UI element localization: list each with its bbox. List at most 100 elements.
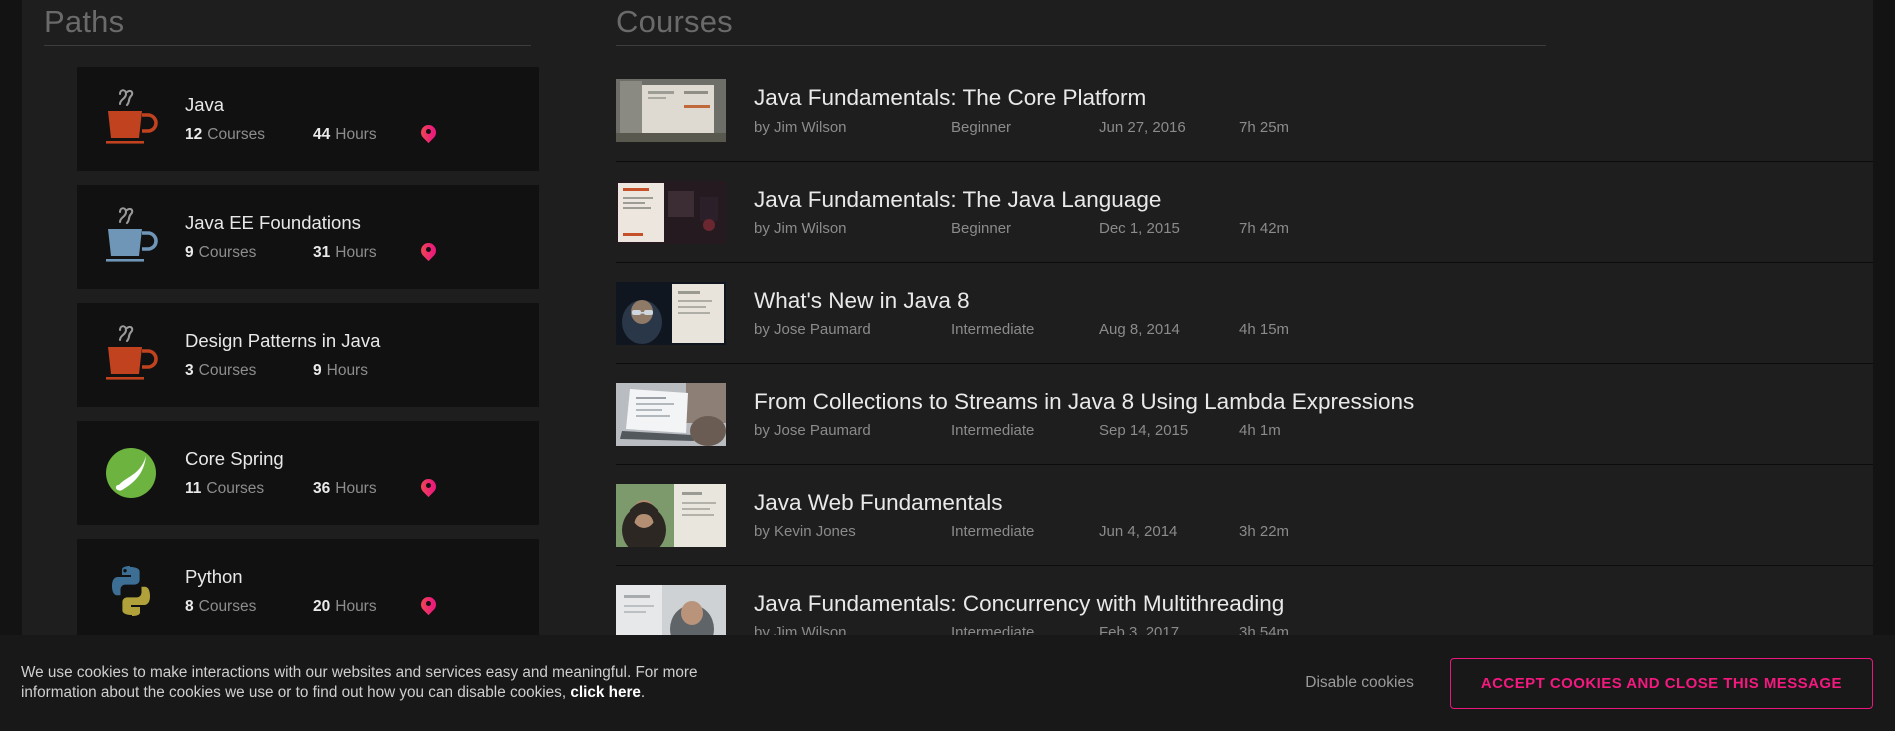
disable-cookies-link[interactable]: Disable cookies [1305, 674, 1414, 692]
path-body: Python8Courses20Hours [185, 566, 539, 616]
course-row[interactable]: Java Fundamentals: The Core Platform by J… [616, 60, 1873, 161]
path-hours-number: 20 [313, 598, 330, 616]
course-level: Intermediate [951, 422, 1099, 439]
course-body: Java Fundamentals: Concurrency with Mult… [754, 591, 1873, 642]
course-date: Dec 1, 2015 [1099, 220, 1239, 237]
path-hours-number: 44 [313, 126, 330, 144]
two-column-layout: Paths Java12Courses44HoursJava EE Founda… [22, 0, 1873, 666]
course-level: Beginner [951, 119, 1099, 136]
course-row[interactable]: Java Web Fundamentals by Kevin JonesInter… [616, 464, 1873, 565]
cookie-click-here-link[interactable]: click here [570, 684, 641, 701]
course-body: Java Fundamentals: The Java Languageby J… [754, 187, 1873, 238]
path-meta: 8Courses20 Hours [185, 597, 525, 616]
path-course-count: 11 Courses [185, 480, 313, 498]
course-date: Jun 4, 2014 [1099, 523, 1239, 540]
course-title[interactable]: What's New in Java 8 [754, 288, 1873, 314]
path-icon [77, 440, 185, 506]
path-card[interactable]: Java 12Courses44 Hours [77, 67, 539, 171]
path-hours-unit: Hours [335, 598, 376, 616]
courses-heading: Courses [616, 0, 1873, 40]
course-level: Intermediate [951, 523, 1099, 540]
path-course-count: 9Courses [185, 244, 313, 262]
course-title[interactable]: Java Fundamentals: The Core Platform [754, 85, 1873, 111]
path-meta: 9Courses31 Hours [185, 243, 525, 262]
path-course-count: 3 Courses [185, 362, 313, 380]
course-date: Aug 8, 2014 [1099, 321, 1239, 338]
path-hours-unit: Hours [327, 362, 368, 380]
course-row[interactable]: Java Fundamentals: The Java Languageby J… [616, 161, 1873, 262]
python-logo-icon [100, 558, 162, 624]
bookmark-pin-icon[interactable] [421, 243, 436, 262]
path-title: Java [185, 94, 525, 116]
course-duration: 7h 42m [1239, 220, 1339, 237]
course-thumbnail [616, 282, 726, 345]
course-title[interactable]: From Collections to Streams in Java 8 Us… [754, 389, 1873, 415]
course-row[interactable]: From Collections to Streams in Java 8 Us… [616, 363, 1873, 464]
course-body: Java Web Fundamentals by Kevin JonesInter… [754, 490, 1873, 541]
path-course-count: 12Courses [185, 126, 313, 144]
path-course-unit: Courses [206, 480, 264, 498]
path-course-number: 11 [185, 480, 201, 498]
path-card[interactable]: Design Patterns in Java3Courses9Hours [77, 303, 539, 407]
course-date: Jun 27, 2016 [1099, 119, 1239, 136]
course-date: Sep 14, 2015 [1099, 422, 1239, 439]
course-author: by Jose Paumard [754, 422, 951, 439]
course-meta: by Jose PaumardIntermediateSep 14, 20154… [754, 422, 1873, 439]
course-title[interactable]: Java Fundamentals: Concurrency with Mult… [754, 591, 1873, 617]
cookie-consent-banner: We use cookies to make interactions with… [0, 635, 1895, 731]
path-meta: 3 Courses 9 Hours [185, 362, 525, 380]
cookie-message: We use cookies to make interactions with… [21, 663, 861, 704]
path-course-unit: Courses [199, 362, 257, 380]
path-course-number: 8 [185, 598, 194, 616]
paths-heading: Paths [44, 0, 574, 40]
course-thumbnail [616, 383, 726, 446]
course-duration: 3h 22m [1239, 523, 1339, 540]
path-card[interactable]: Python8Courses20Hours [77, 539, 539, 643]
courses-column: Courses Java Fundamentals: The Core Plat… [574, 0, 1873, 666]
path-card[interactable]: Java EE Foundations9Courses31Hours [77, 185, 539, 289]
coffee-cup-icon [100, 86, 162, 152]
course-author: by Jim Wilson [754, 119, 951, 136]
path-body: Java EE Foundations9Courses31Hours [185, 212, 539, 262]
path-icon [77, 204, 185, 270]
path-hours-unit: Hours [335, 126, 376, 144]
course-meta: by Jim WilsonBeginnerJun 27, 20167h 25m [754, 119, 1873, 136]
path-body: Core Spring11Courses36Hours [185, 448, 539, 498]
course-thumbnail [616, 484, 726, 547]
page-content: Paths Java12Courses44HoursJava EE Founda… [22, 0, 1873, 731]
accept-cookies-button[interactable]: ACCEPT COOKIES AND CLOSE THIS MESSAGE [1450, 658, 1873, 709]
path-course-count: 8Courses [185, 598, 313, 616]
course-row[interactable]: What's New in Java 8by Jose PaumardInter… [616, 262, 1873, 363]
path-meta: 12Courses44 Hours [185, 125, 525, 144]
path-course-number: 3 [185, 362, 194, 380]
courses-heading-rule [616, 45, 1546, 46]
page-root: Paths Java12Courses44HoursJava EE Founda… [0, 0, 1895, 731]
path-hours-count: 44 Hours [313, 126, 421, 144]
path-hours-number: 31 [313, 244, 330, 262]
path-card[interactable]: Core Spring11Courses36Hours [77, 421, 539, 525]
path-hours-unit: Hours [335, 244, 376, 262]
coffee-cup-icon [100, 322, 162, 388]
course-title[interactable]: Java Web Fundamentals [754, 490, 1873, 516]
bookmark-pin-icon[interactable] [421, 479, 436, 498]
path-hours-number: 9 [313, 362, 322, 380]
cookie-line-1: We use cookies to make interactions with… [21, 664, 698, 681]
path-hours-number: 36 [313, 480, 330, 498]
course-body: From Collections to Streams in Java 8 Us… [754, 389, 1873, 440]
path-icon [77, 558, 185, 624]
cookie-line-2-suffix: . [641, 684, 645, 701]
course-title[interactable]: Java Fundamentals: The Java Language [754, 187, 1873, 213]
course-duration: 4h 15m [1239, 321, 1339, 338]
bookmark-pin-icon[interactable] [421, 597, 436, 616]
bookmark-pin-icon[interactable] [421, 125, 436, 144]
cookie-actions: Disable cookies ACCEPT COOKIES AND CLOSE… [1305, 658, 1895, 709]
coffee-cup-icon [100, 204, 162, 270]
path-course-unit: Courses [199, 244, 257, 262]
path-icon [77, 86, 185, 152]
path-hours-count: 20 Hours [313, 598, 421, 616]
course-meta: by Kevin JonesIntermediateJun 4, 20143h … [754, 523, 1873, 540]
paths-column: Paths Java12Courses44HoursJava EE Founda… [44, 0, 574, 657]
course-level: Intermediate [951, 321, 1099, 338]
path-course-unit: Courses [207, 126, 265, 144]
path-hours-count: 36Hours [313, 480, 421, 498]
